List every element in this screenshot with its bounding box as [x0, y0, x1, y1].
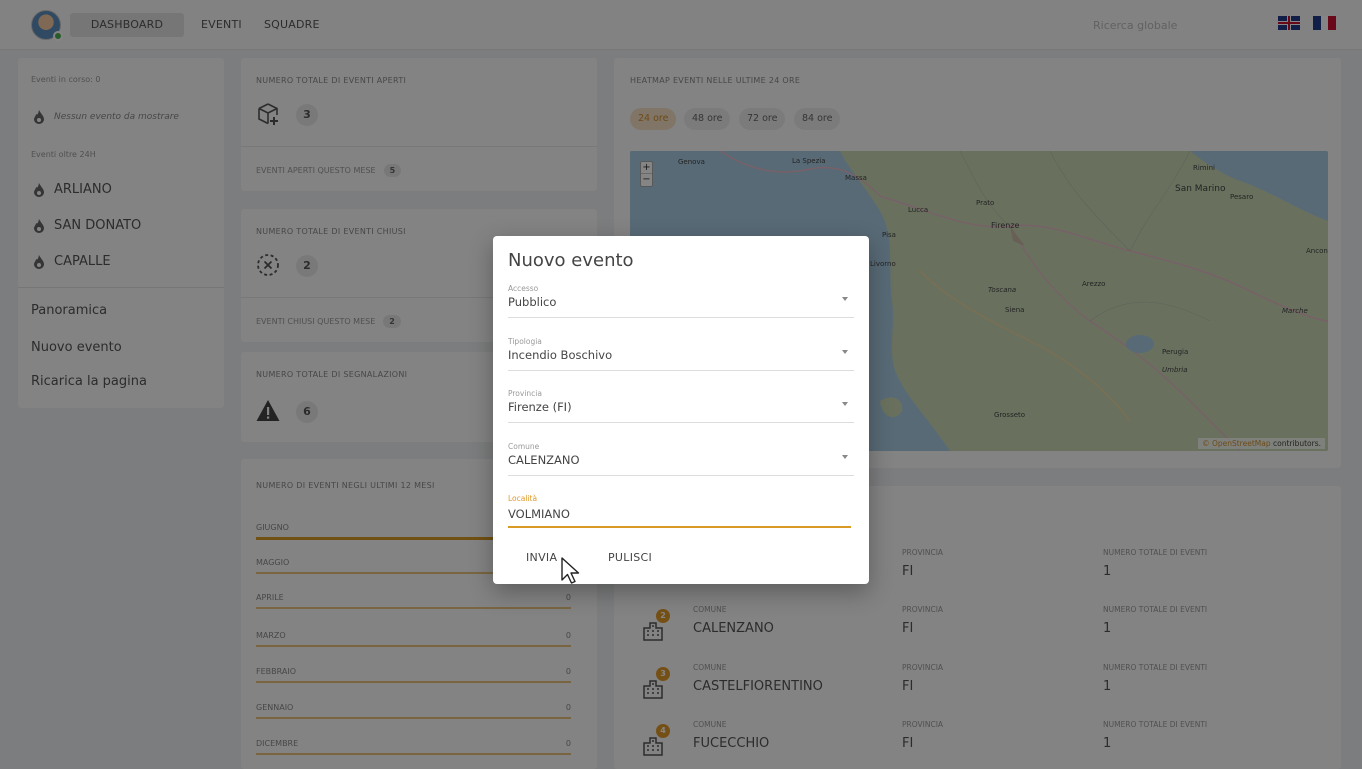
localita-input[interactable]	[508, 507, 851, 521]
provincia-select[interactable]: Provincia Firenze (FI)	[508, 389, 854, 423]
field-value: Incendio Boschivo	[508, 348, 613, 362]
chevron-down-icon	[842, 350, 848, 354]
field-underline	[508, 422, 854, 423]
field-value: Firenze (FI)	[508, 400, 572, 414]
field-underline	[508, 475, 854, 476]
field-label: Località	[508, 494, 538, 503]
field-underline	[508, 317, 854, 318]
accesso-select[interactable]: Accesso Pubblico	[508, 284, 854, 318]
field-label: Provincia	[508, 389, 542, 398]
submit-button[interactable]: INVIA	[526, 551, 557, 564]
field-value: Pubblico	[508, 295, 557, 309]
new-event-dialog: Nuovo evento Accesso Pubblico Tipologia …	[493, 236, 869, 584]
localita-field[interactable]: Località	[508, 494, 851, 528]
chevron-down-icon	[842, 402, 848, 406]
comune-select[interactable]: Comune CALENZANO	[508, 442, 854, 476]
field-label: Tipologia	[508, 337, 542, 346]
field-underline	[508, 370, 854, 371]
dialog-title: Nuovo evento	[508, 250, 634, 271]
field-value: CALENZANO	[508, 453, 580, 467]
chevron-down-icon	[842, 297, 848, 301]
tipologia-select[interactable]: Tipologia Incendio Boschivo	[508, 337, 854, 371]
chevron-down-icon	[842, 455, 848, 459]
field-underline	[508, 526, 851, 528]
field-label: Accesso	[508, 284, 539, 293]
clear-button[interactable]: PULISCI	[608, 551, 652, 564]
mouse-pointer-icon	[561, 557, 580, 584]
field-label: Comune	[508, 442, 540, 451]
